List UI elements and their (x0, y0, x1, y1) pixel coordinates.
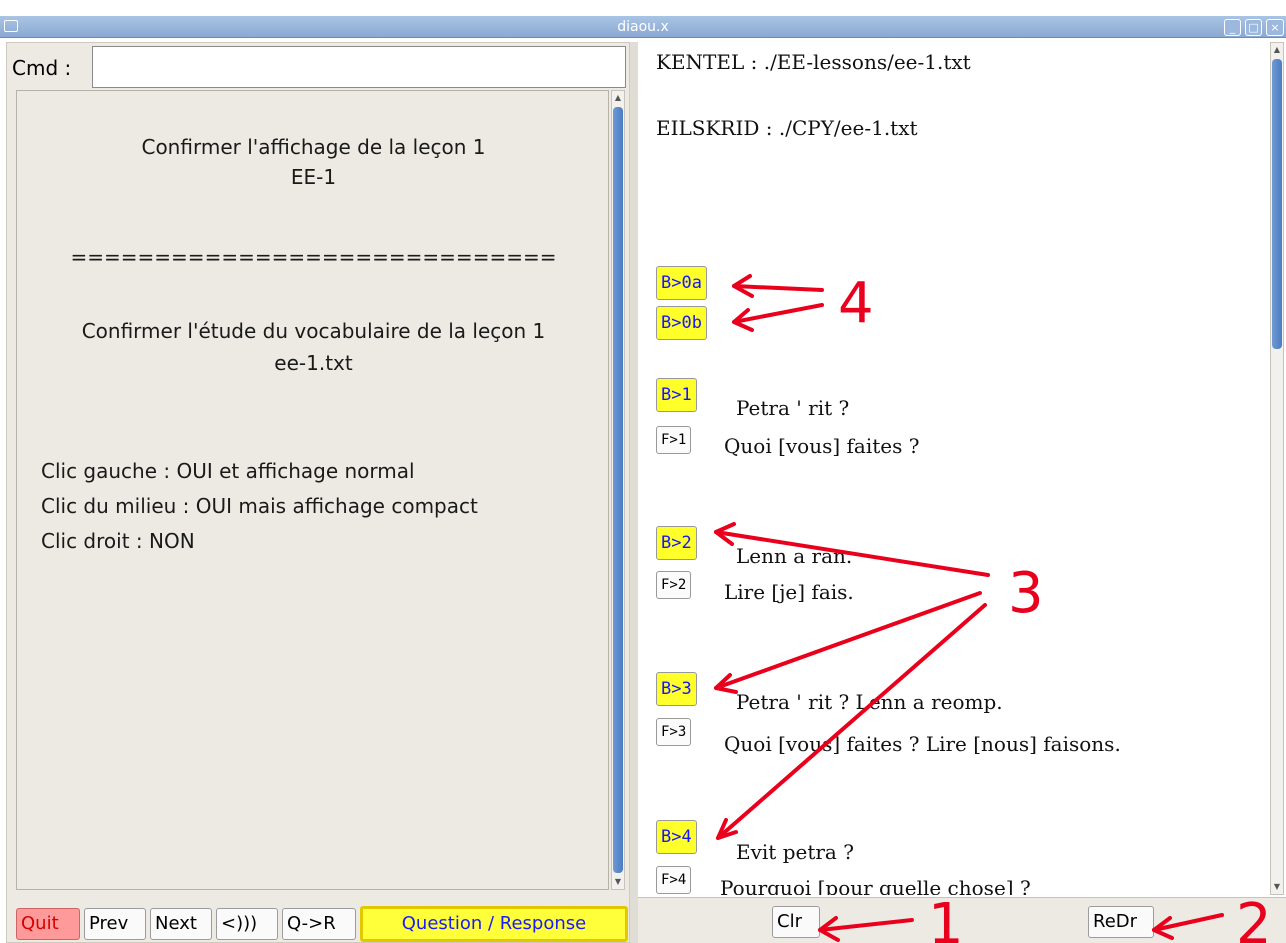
option-right-click: Clic droit : NON (41, 529, 195, 553)
scroll-up-icon[interactable]: ▲ (612, 91, 624, 105)
eilskrid-path: EILSKRID : ./CPY/ee-1.txt (656, 116, 918, 140)
french-line: Pourquoi [pour quelle chose] ? (720, 876, 1031, 895)
quit-button[interactable]: Quit (16, 908, 80, 940)
prev-button[interactable]: Prev (84, 908, 146, 940)
french-line: Lire [je] fais. (724, 580, 854, 604)
message-panel: Confirmer l'affichage de la leçon 1 EE-1… (16, 90, 609, 890)
message-separator: ============================= (70, 245, 557, 269)
message-line: ee-1.txt (274, 351, 353, 375)
b3-button[interactable]: B>3 (656, 672, 697, 706)
b0a-button[interactable]: B>0a (656, 266, 707, 300)
pane-splitter[interactable] (630, 42, 638, 943)
breton-line: Evit petra ? (736, 840, 854, 864)
clr-button[interactable]: Clr (772, 906, 820, 938)
scroll-down-icon[interactable]: ▼ (612, 875, 624, 889)
breton-line: Petra ' rit ? Lenn a reomp. (736, 690, 1003, 714)
breton-line: Petra ' rit ? (736, 396, 850, 420)
cmd-input[interactable] (92, 46, 626, 88)
minimize-icon[interactable]: _ (1224, 19, 1241, 36)
french-line: Quoi [vous] faites ? (724, 434, 920, 458)
f1-button[interactable]: F>1 (656, 426, 692, 454)
f3-button[interactable]: F>3 (656, 718, 692, 746)
scroll-up-icon[interactable]: ▲ (1271, 43, 1283, 57)
cmd-label: Cmd : (12, 56, 72, 80)
message-line: Confirmer l'étude du vocabulaire de la l… (81, 319, 546, 343)
right-pane (638, 42, 1268, 895)
scroll-down-icon[interactable]: ▼ (1271, 880, 1283, 894)
breton-line: Lenn a ran. (736, 544, 853, 568)
sound-button[interactable]: <))) (216, 908, 278, 940)
message-line: EE-1 (290, 165, 337, 189)
message-line: Confirmer l'affichage de la leçon 1 (141, 135, 486, 159)
b0b-button[interactable]: B>0b (656, 306, 707, 340)
french-line-clip: Pourquoi [pour quelle chose] ? (720, 876, 1140, 895)
kentel-path: KENTEL : ./EE-lessons/ee-1.txt (656, 50, 971, 74)
f4-button[interactable]: F>4 (656, 866, 692, 894)
option-middle-click: Clic du milieu : OUI mais affichage comp… (41, 494, 478, 518)
desktop-strip (0, 0, 1286, 16)
right-bottom-bar (638, 897, 1286, 943)
q-to-r-button[interactable]: Q->R (282, 908, 356, 940)
b4-button[interactable]: B>4 (656, 820, 697, 854)
scroll-thumb[interactable] (613, 107, 623, 873)
close-icon[interactable]: × (1266, 19, 1284, 36)
question-response-button[interactable]: Question / Response (360, 906, 628, 942)
window-title: diaou.x (617, 19, 669, 35)
left-scrollbar[interactable]: ▲ ▼ (611, 90, 625, 890)
next-button[interactable]: Next (150, 908, 212, 940)
maximize-icon[interactable]: □ (1245, 19, 1262, 36)
option-left-click: Clic gauche : OUI et affichage normal (41, 459, 415, 483)
redr-button[interactable]: ReDr (1088, 906, 1154, 938)
scroll-thumb[interactable] (1272, 59, 1282, 349)
b2-button[interactable]: B>2 (656, 526, 697, 560)
french-line: Quoi [vous] faites ? Lire [nous] faisons… (724, 732, 1121, 756)
f2-button[interactable]: F>2 (656, 571, 692, 599)
right-scrollbar[interactable]: ▲ ▼ (1270, 42, 1284, 895)
b1-button[interactable]: B>1 (656, 378, 697, 412)
